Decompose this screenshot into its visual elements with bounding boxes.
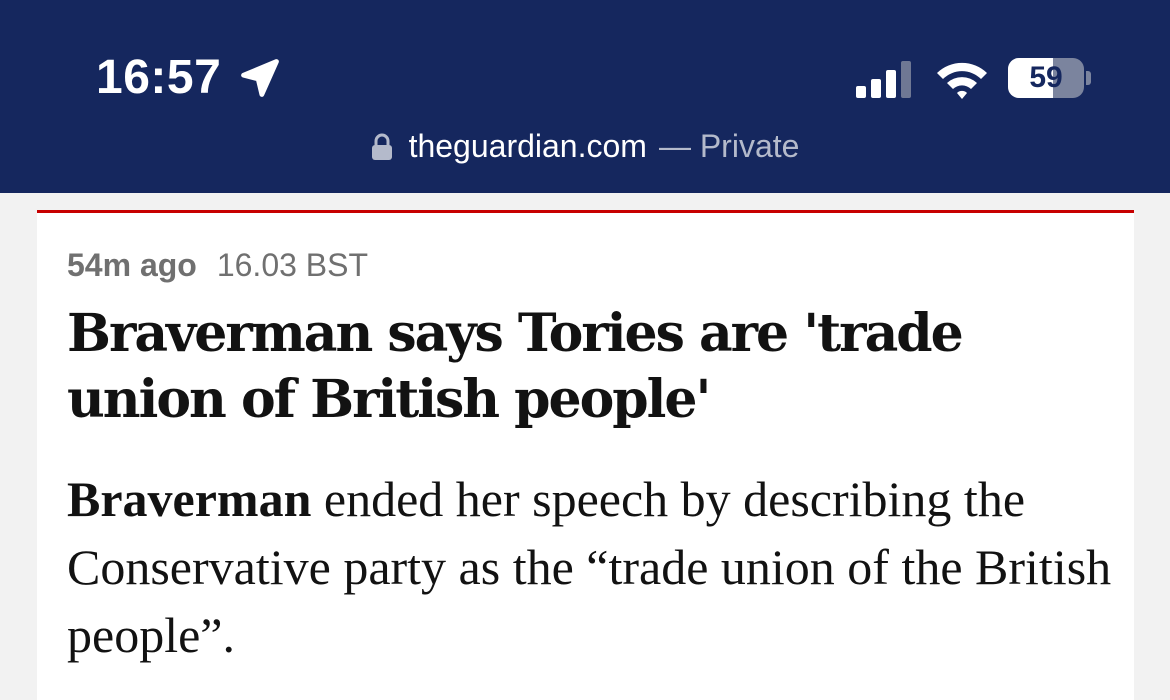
battery-cap (1086, 71, 1091, 85)
cellular-signal-icon (856, 61, 911, 98)
post-meta: 54m ago 16.03 BST (67, 247, 368, 284)
post-relative-time[interactable]: 54m ago (67, 247, 197, 283)
live-blog-post: 54m ago 16.03 BST Braverman says Tories a… (37, 210, 1134, 700)
url-domain: theguardian.com (408, 128, 647, 164)
location-arrow-icon (241, 59, 279, 97)
post-body: Braverman ended her speech by describing… (67, 465, 1117, 669)
wifi-icon (937, 62, 987, 99)
post-body-lead: Braverman (67, 471, 312, 527)
battery-percentage: 59 (1029, 61, 1063, 94)
post-headline: Braverman says Tories are 'trade union o… (67, 303, 964, 430)
battery-icon: 59 (1008, 58, 1084, 98)
address-bar[interactable]: theguardian.com — Private (0, 128, 1170, 168)
post-timestamp: 16.03 BST (216, 247, 369, 283)
lock-icon (371, 133, 392, 160)
browser-header: 16:57 59 theguardian.com — Private (0, 0, 1170, 193)
private-mode-label: — Private (658, 128, 800, 164)
status-time: 16:57 (96, 51, 222, 104)
